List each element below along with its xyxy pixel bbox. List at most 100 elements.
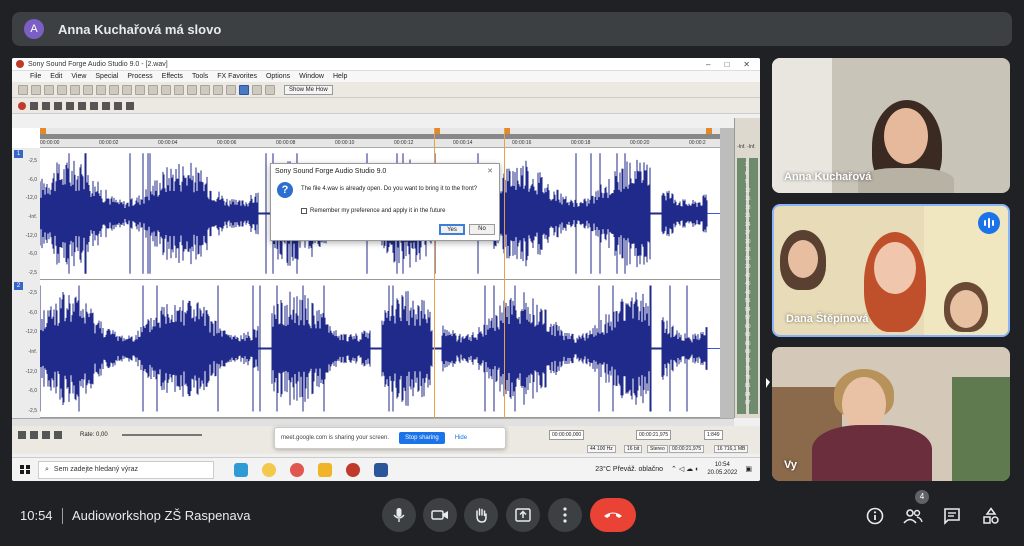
menu-item-effects[interactable]: Effects: [162, 73, 183, 80]
microphone-button[interactable]: [382, 498, 416, 532]
edit-tool-icon[interactable]: [239, 84, 249, 95]
raise-hand-button[interactable]: [464, 498, 498, 532]
channel-2-waveform[interactable]: [39, 280, 734, 418]
hide-button[interactable]: Hide: [455, 435, 467, 441]
close-icon[interactable]: ✕: [487, 167, 493, 175]
maximize-icon[interactable]: □: [724, 60, 729, 69]
menu-item-fx-favorites[interactable]: FX Favorites: [217, 73, 257, 80]
go-start-icon[interactable]: [18, 431, 26, 439]
channel-1-number[interactable]: 1: [14, 150, 23, 158]
menu-item-help[interactable]: Help: [333, 73, 347, 80]
toolbar-icon[interactable]: [213, 84, 223, 95]
time-ruler[interactable]: 00:00:00 00:00:02 00:00:04 00:00:06 00:00:08…: [40, 128, 734, 148]
windows-start-icon[interactable]: [20, 464, 30, 475]
remember-checkbox[interactable]: Remember my preference and apply it in t…: [301, 208, 445, 214]
more-options-button[interactable]: [548, 498, 582, 532]
waveform-svg: [39, 285, 734, 412]
participant-tile-3[interactable]: Vy: [772, 347, 1010, 481]
toolbar-icon[interactable]: [200, 84, 210, 95]
chrome-icon[interactable]: [290, 462, 304, 477]
hang-up-icon: [604, 512, 622, 518]
tray-clock[interactable]: 10:54 20.05.2022: [707, 461, 737, 477]
play-all-icon[interactable]: [54, 431, 62, 439]
menu-item-view[interactable]: View: [71, 73, 86, 80]
toolbar-icon[interactable]: [31, 84, 41, 95]
present-button[interactable]: [506, 498, 540, 532]
toolbar-icon[interactable]: [44, 84, 54, 95]
marker-icon[interactable]: [40, 128, 46, 134]
go-end-icon[interactable]: [126, 101, 134, 110]
menu-item-process[interactable]: Process: [127, 73, 152, 80]
ruler-tick: 00:00:2: [689, 140, 706, 146]
menu-item-file[interactable]: File: [30, 73, 41, 80]
horizontal-scrollbar[interactable]: [12, 418, 734, 426]
record-icon[interactable]: [18, 101, 26, 110]
menu-item-options[interactable]: Options: [266, 73, 290, 80]
leave-call-button[interactable]: [590, 498, 636, 532]
go-start-icon[interactable]: [90, 101, 98, 110]
weather-text[interactable]: 23°C Převáž. oblačno: [595, 466, 663, 473]
magnify-tool-icon[interactable]: [252, 84, 262, 95]
chrome-icon[interactable]: [262, 462, 276, 477]
camera-button[interactable]: [423, 498, 457, 532]
word-icon[interactable]: [374, 462, 388, 477]
yes-button[interactable]: Yes: [439, 224, 465, 235]
loop-icon[interactable]: [30, 101, 38, 110]
show-me-how-button[interactable]: Show Me How: [284, 84, 333, 95]
toolbar-icon[interactable]: [161, 84, 171, 95]
participant-tile-1[interactable]: Anna Kuchařová: [772, 58, 1010, 193]
toolbar-icon[interactable]: [18, 84, 28, 95]
toolbar-icon[interactable]: [96, 84, 106, 95]
sound-forge-icon[interactable]: [346, 462, 360, 477]
meter-scale-label: 81: [745, 383, 751, 389]
db-label: -Inf.: [28, 214, 37, 220]
app-menubar: File Edit View Special Process Effects Tools FX…: [12, 71, 760, 82]
toolbar-icon[interactable]: [226, 84, 236, 95]
menu-item-edit[interactable]: Edit: [50, 73, 62, 80]
toolbar-icon[interactable]: [83, 84, 93, 95]
pause-icon[interactable]: [66, 101, 74, 110]
db-label: -12,0: [25, 195, 37, 202]
toolbar-icon[interactable]: [57, 84, 67, 95]
play-all-icon[interactable]: [42, 101, 50, 110]
meeting-info-button[interactable]: [864, 505, 886, 527]
menu-item-window[interactable]: Window: [299, 73, 324, 80]
tray-icons[interactable]: ⌃ ◁ ☁ ◐: [671, 465, 699, 473]
taskbar-search[interactable]: ⌕ Sem zadejte hledaný výraz: [38, 460, 214, 479]
db-label: -2,5: [28, 158, 37, 164]
stop-icon[interactable]: [78, 101, 86, 110]
participant-tile-2[interactable]: Dana Štěpinová: [772, 204, 1010, 337]
toolbar-icon[interactable]: [187, 84, 197, 95]
meter-scale-label: 42: [745, 272, 751, 279]
rate-slider[interactable]: [121, 434, 202, 436]
toolbar-icon[interactable]: [135, 84, 145, 95]
menu-item-special[interactable]: Special: [95, 73, 118, 80]
marker-icon[interactable]: [706, 128, 712, 134]
toolbar-icon[interactable]: [122, 84, 132, 95]
play-icon[interactable]: [54, 101, 62, 110]
people-button[interactable]: [902, 505, 924, 527]
minimize-icon[interactable]: –: [706, 60, 710, 69]
no-button[interactable]: No: [469, 224, 495, 235]
activities-button[interactable]: [980, 505, 1002, 527]
toolbar-icon[interactable]: [109, 84, 119, 95]
file-explorer-icon[interactable]: [318, 462, 332, 477]
rewind-icon[interactable]: [102, 101, 110, 110]
channel-2-number[interactable]: 2: [14, 282, 23, 290]
close-icon[interactable]: ✕: [743, 60, 750, 69]
stop-icon[interactable]: [42, 431, 50, 439]
notifications-icon[interactable]: ▣: [745, 465, 752, 473]
toolbar-icon[interactable]: [148, 84, 158, 95]
edge-icon[interactable]: [234, 462, 248, 477]
forward-icon[interactable]: [114, 101, 122, 110]
meter-scale-label: 72: [745, 357, 751, 364]
stop-sharing-button[interactable]: Stop sharing: [399, 432, 445, 444]
toolbar-icon[interactable]: [174, 84, 184, 95]
meter-scale-label: 3: [745, 162, 748, 168]
play-icon[interactable]: [30, 431, 38, 439]
pencil-tool-icon[interactable]: [265, 84, 275, 95]
checkbox-box[interactable]: [301, 208, 307, 214]
chat-button[interactable]: [941, 505, 963, 527]
menu-item-tools[interactable]: Tools: [192, 73, 208, 80]
toolbar-icon[interactable]: [70, 84, 80, 95]
